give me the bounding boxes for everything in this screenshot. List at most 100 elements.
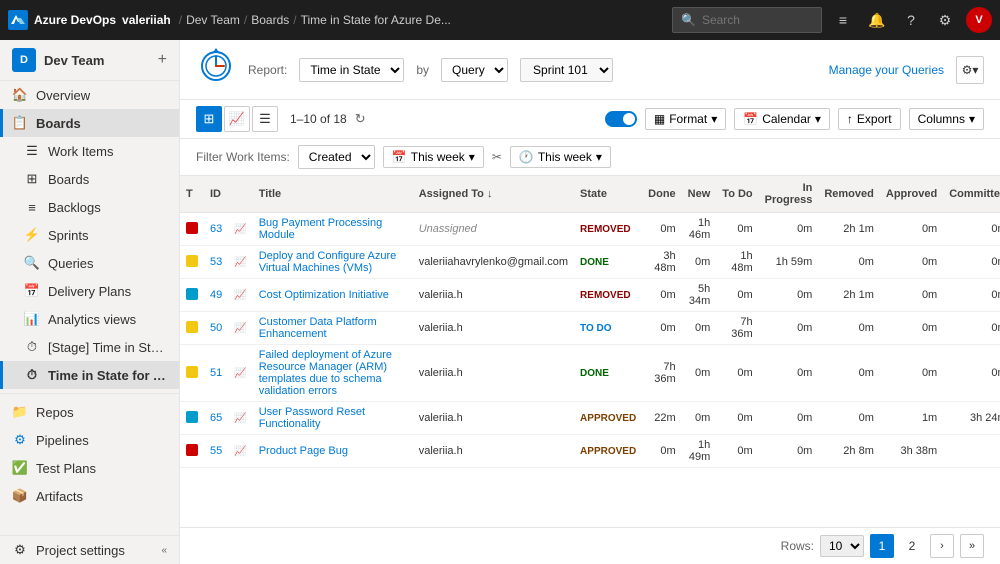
add-project-button[interactable]: + xyxy=(158,51,167,69)
app-name: Azure DevOps xyxy=(34,13,116,27)
time-new: 1h 49m xyxy=(682,435,717,468)
item-title[interactable]: Deploy and Configure Azure Virtual Machi… xyxy=(259,250,397,274)
toggle-switch[interactable] xyxy=(605,111,637,127)
sidebar-item-backlogs[interactable]: ≡ Backlogs xyxy=(0,193,179,221)
breadcrumb-boards[interactable]: Boards xyxy=(251,13,289,27)
list-view-button[interactable]: ☰ xyxy=(252,106,278,132)
item-title[interactable]: User Password Reset Functionality xyxy=(259,406,365,430)
breadcrumb-team[interactable]: Dev Team xyxy=(186,13,240,27)
app-logo[interactable]: Azure DevOps valeriiah xyxy=(8,10,171,30)
report-by-select[interactable]: Query xyxy=(441,58,508,82)
item-title[interactable]: Customer Data Platform Enhancement xyxy=(259,316,377,340)
calendar-button[interactable]: 📅 Calendar ▾ xyxy=(734,108,830,130)
search-input[interactable] xyxy=(702,13,813,27)
content-area: Report: Time in State by Query Sprint 10… xyxy=(180,40,1000,564)
time-in-progress: 0m xyxy=(759,213,819,246)
sidebar-item-boards[interactable]: 📋 Boards xyxy=(0,109,179,137)
format-button[interactable]: ▦ Format ▾ xyxy=(645,108,726,130)
settings-icon[interactable]: ⚙ xyxy=(932,7,958,33)
export-button[interactable]: ↑ Export xyxy=(838,108,901,130)
sidebar-item-pipelines[interactable]: ⚙ Pipelines xyxy=(0,426,179,454)
sidebar-item-label: Boards xyxy=(48,172,167,187)
item-id: 65 xyxy=(204,402,228,435)
sidebar-item-sprints[interactable]: ⚡ Sprints xyxy=(0,221,179,249)
filter-date-1-button[interactable]: 📅 This week ▾ xyxy=(383,146,484,168)
sidebar-item-project-settings[interactable]: ⚙ Project settings « xyxy=(0,536,179,564)
item-title[interactable]: Product Page Bug xyxy=(259,445,348,457)
time-todo: 0m xyxy=(716,213,758,246)
item-title[interactable]: Cost Optimization Initiative xyxy=(259,289,389,301)
filter-date-1-label: This week xyxy=(411,150,465,164)
refresh-button[interactable]: ↻ xyxy=(355,111,366,127)
col-type: T xyxy=(180,176,204,213)
mini-chart-icon[interactable]: 📈 xyxy=(234,224,246,235)
sidebar-item-label: Backlogs xyxy=(48,200,167,215)
help-icon[interactable]: ? xyxy=(898,7,924,33)
sidebar-item-artifacts[interactable]: 📦 Artifacts xyxy=(0,482,179,510)
col-chart xyxy=(228,176,252,213)
sidebar-item-repos[interactable]: 📁 Repos xyxy=(0,398,179,426)
sidebar-item-overview[interactable]: 🏠 Overview xyxy=(0,81,179,109)
mini-chart-icon[interactable]: 📈 xyxy=(234,368,246,379)
mini-chart-icon[interactable]: 📈 xyxy=(234,323,246,334)
filter-type-select[interactable]: Created xyxy=(298,145,375,169)
sprint-select[interactable]: Sprint 101 xyxy=(520,58,613,82)
next-page-button[interactable]: › xyxy=(930,534,954,558)
mini-chart-icon[interactable]: 📈 xyxy=(234,446,246,457)
search-bar[interactable]: 🔍 xyxy=(672,7,822,33)
work-items-table: T ID Title Assigned To ↓ State Done New … xyxy=(180,176,1000,527)
mini-chart-icon[interactable]: 📈 xyxy=(234,290,246,301)
columns-chevron-icon: ▾ xyxy=(969,112,975,126)
manage-queries-link[interactable]: Manage your Queries xyxy=(829,63,944,77)
menu-icon[interactable]: ≡ xyxy=(830,7,856,33)
last-page-button[interactable]: » xyxy=(960,534,984,558)
bell-icon[interactable]: 🔔 xyxy=(864,7,890,33)
time-new: 0m xyxy=(682,312,717,345)
toggle-wrap xyxy=(605,111,637,127)
page-1-button[interactable]: 1 xyxy=(870,534,894,558)
mini-chart-icon[interactable]: 📈 xyxy=(234,257,246,268)
view-icons: ⊞ 📈 ☰ xyxy=(196,106,278,132)
type-icon xyxy=(186,444,198,456)
report-type-select[interactable]: Time in State xyxy=(299,58,404,82)
sidebar-item-tis-azure[interactable]: ⏱ [Stage] Time in State for Azur... xyxy=(0,333,179,361)
state-badge: DONE xyxy=(580,257,609,268)
filter-date-2-label: This week xyxy=(538,150,592,164)
sidebar-item-boards-sub[interactable]: ⊞ Boards xyxy=(0,165,179,193)
time-approved: 0m xyxy=(880,213,943,246)
time-done: 0m xyxy=(642,435,682,468)
sidebar-item-work-items[interactable]: ☰ Work Items xyxy=(0,137,179,165)
col-new: New xyxy=(682,176,717,213)
time-done: 0m xyxy=(642,312,682,345)
sidebar-item-delivery-plans[interactable]: 📅 Delivery Plans xyxy=(0,277,179,305)
page-2-button[interactable]: 2 xyxy=(900,534,924,558)
time-approved: 3h 38m xyxy=(880,435,943,468)
filter-date-2-button[interactable]: 🕐 This week ▾ xyxy=(510,146,611,168)
assigned-to: valeriia.h xyxy=(413,402,574,435)
chart-view-button[interactable]: 📈 xyxy=(224,106,250,132)
grid-view-button[interactable]: ⊞ xyxy=(196,106,222,132)
time-in-progress: 0m xyxy=(759,345,819,402)
org-name: Dev Team xyxy=(44,53,150,68)
time-todo: 0m xyxy=(716,435,758,468)
sidebar-item-queries[interactable]: 🔍 Queries xyxy=(0,249,179,277)
sidebar-item-analytics[interactable]: 📊 Analytics views xyxy=(0,305,179,333)
state-badge: DONE xyxy=(580,368,609,379)
mini-chart-icon[interactable]: 📈 xyxy=(234,413,246,424)
table-row: 53 📈 Deploy and Configure Azure Virtual … xyxy=(180,246,1000,279)
calendar-chevron-icon: ▾ xyxy=(815,112,821,126)
collapse-icon[interactable]: « xyxy=(161,545,167,556)
time-in-progress: 0m xyxy=(759,402,819,435)
avatar[interactable]: V xyxy=(966,7,992,33)
item-title[interactable]: Bug Payment Processing Module xyxy=(259,217,383,241)
report-settings-button[interactable]: ⚙▾ xyxy=(956,56,984,84)
sidebar-item-test-plans[interactable]: ✅ Test Plans xyxy=(0,454,179,482)
columns-button[interactable]: Columns ▾ xyxy=(909,108,984,130)
sidebar-item-label: Project settings xyxy=(36,543,153,558)
test-plans-icon: ✅ xyxy=(12,460,28,476)
type-icon xyxy=(186,321,198,333)
sidebar-item-tis-devops[interactable]: ⏱ Time in State for Azure DevO... xyxy=(0,361,179,389)
rows-per-page-select[interactable]: 10 25 50 xyxy=(820,535,864,557)
pipelines-icon: ⚙ xyxy=(12,432,28,448)
item-title[interactable]: Failed deployment of Azure Resource Mana… xyxy=(259,349,392,397)
